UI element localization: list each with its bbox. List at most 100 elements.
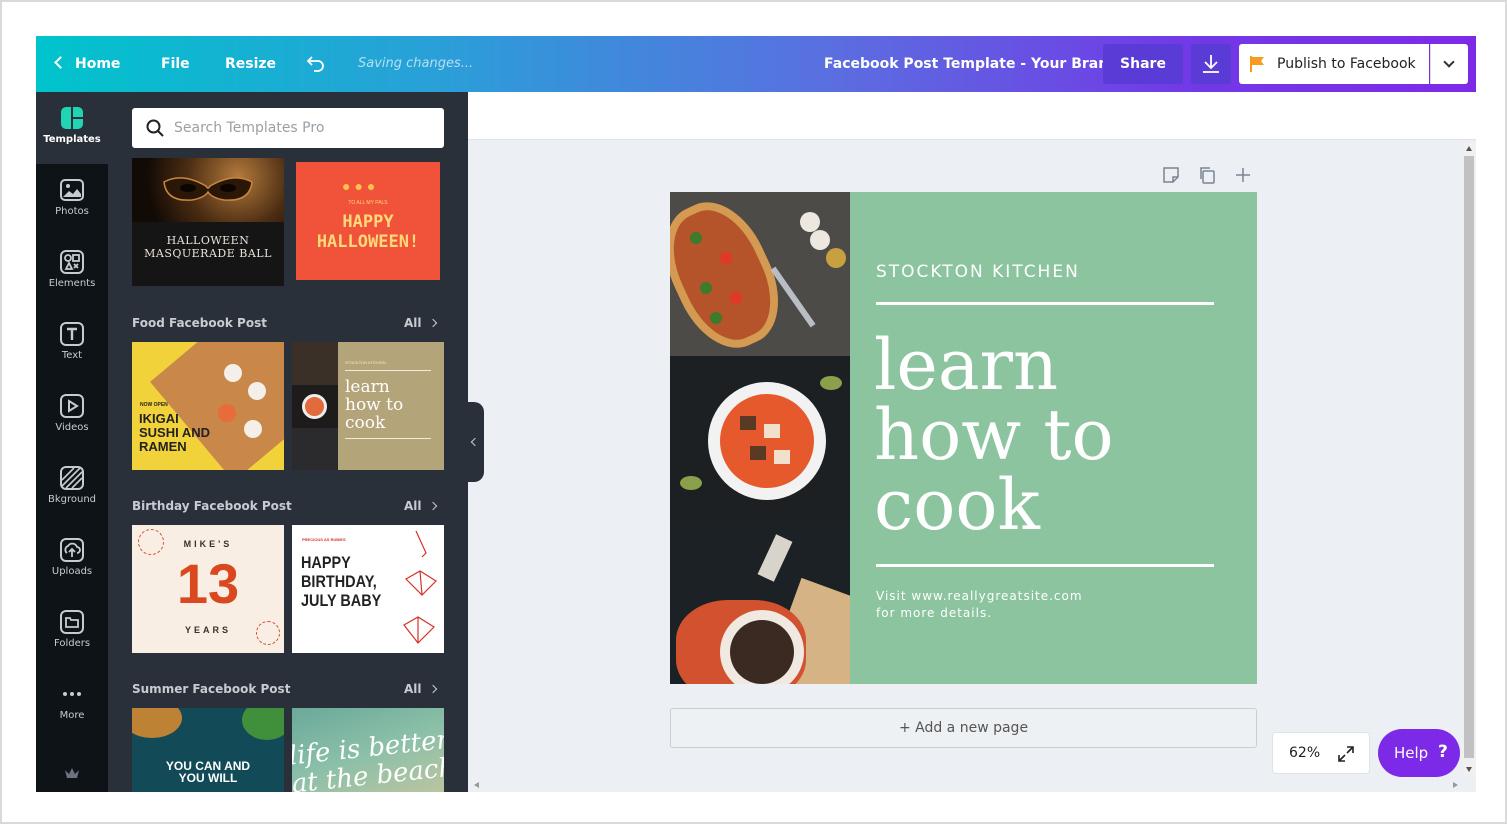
editor-toolbar-strip [468,92,1476,140]
soup-photo[interactable] [670,356,850,520]
scroll-down-icon[interactable] [1466,767,1472,772]
search-input[interactable] [174,108,434,148]
design-canvas[interactable]: STOCKTON KITCHEN learn how to cook Visit… [670,192,1257,684]
file-menu[interactable]: File [161,36,190,92]
chevron-left-icon [470,437,480,447]
resize-button[interactable]: Resize [225,36,276,92]
help-label: Help [1394,744,1429,762]
thumb-text: MASQUERADE BALL [144,247,272,260]
publish-button[interactable]: Publish to Facebook [1239,44,1429,84]
skulls-icon: ●●● [342,178,380,194]
see-all-link[interactable]: All [404,682,437,696]
rail-item-folders[interactable]: Folders [36,596,108,668]
thumb-photo [292,428,338,470]
chevron-down-icon [1443,56,1455,68]
top-bar: Home File Resize Saving changes... Faceb… [36,36,1476,92]
undo-button[interactable] [306,36,328,92]
folders-icon [60,610,84,634]
thumb-text: cook [345,413,386,433]
see-all-label: All [404,316,422,330]
fullscreen-icon[interactable] [1337,745,1355,763]
template-thumb-sushi[interactable]: NOW OPEN IKIGAI SUSHI AND RAMEN [132,342,284,470]
thumb-text: PRECIOUS AS RUBIES [302,537,346,542]
template-thumb-you-can[interactable]: YOU CAN AND YOU WILL [132,708,284,792]
home-button[interactable]: Home [54,36,121,92]
home-label: Home [75,56,121,72]
collapse-panel-button[interactable] [468,402,484,482]
template-thumb-cook[interactable]: STOCKTON KITCHEN learn how to cook [292,342,444,470]
scroll-up-icon[interactable] [1466,146,1472,151]
rail-item-text[interactable]: Text [36,308,108,380]
share-button[interactable]: Share [1103,44,1183,84]
rail-label: Photos [55,206,89,217]
template-thumb-july[interactable]: PRECIOUS AS RUBIES HAPPY BIRTHDAY, JULY … [292,525,444,653]
headline-line: cook [874,464,1040,546]
thumb-text: how to [345,395,404,415]
design-brand-text[interactable]: STOCKTON KITCHEN [876,262,1080,282]
help-button[interactable]: Help ? [1378,729,1460,777]
zoom-control[interactable]: 62% [1272,732,1370,774]
duplicate-page-icon[interactable] [1198,166,1216,184]
publish-options-button[interactable] [1430,44,1468,84]
horizontal-scrollbar[interactable] [472,778,1462,792]
see-all-label: All [404,499,422,513]
rail-item-videos[interactable]: Videos [36,380,108,452]
document-title[interactable]: Facebook Post Template - Your Brand [824,36,1118,92]
add-page-icon[interactable] [1234,166,1252,184]
add-page-button[interactable]: + Add a new page [670,708,1257,748]
design-visit-text[interactable]: Visit www.reallygreatsite.com for more d… [876,588,1083,622]
scroll-right-icon[interactable] [1453,782,1458,788]
window-frame: Home File Resize Saving changes... Faceb… [0,0,1507,824]
rail-item-uploads[interactable]: Uploads [36,524,108,596]
rail-item-background[interactable]: Bkground [36,452,108,524]
download-icon [1203,55,1219,73]
note-icon[interactable] [1162,166,1180,184]
template-thumb-happy-halloween[interactable]: ●●● TO ALL MY PALS HAPPY HALLOWEEN! [296,162,440,280]
uploads-icon [60,538,84,562]
search-box[interactable] [132,108,444,148]
thumb-text: JULY BABY [301,591,382,610]
thumb-text: NOW OPEN [140,402,168,408]
pizza-photo[interactable] [670,192,850,356]
thumb-text: YOU WILL [178,771,238,785]
scroll-thumb[interactable] [1464,156,1474,758]
rail-label: Elements [48,278,96,289]
coffee-photo[interactable] [670,520,850,684]
scroll-left-icon[interactable] [474,782,479,788]
download-button[interactable] [1191,44,1231,84]
template-thumb-beach[interactable]: life is better at the beach [292,708,444,792]
flower-deco [132,708,182,738]
thumb-text: YEARS [184,625,231,635]
thumb-text: HAPPY [301,553,351,572]
rail-item-templates[interactable]: Templates [36,92,108,164]
zoom-value[interactable]: 62% [1289,745,1320,761]
see-all-link[interactable]: All [404,499,437,513]
thumb-photo [292,342,338,385]
section-title: Food Facebook Post [132,316,267,330]
rail-label: More [59,710,85,721]
more-icon [63,692,81,696]
undo-icon [306,56,324,72]
rail-item-elements[interactable]: Elements [36,236,108,308]
thumb-text: 13 [176,552,240,615]
design-headline[interactable]: learn how to cook [874,330,1114,540]
flag-icon [1250,56,1264,72]
template-thumb-halloween-ball[interactable]: HALLOWEEN MASQUERADE BALL [132,158,284,286]
rail-item-photos[interactable]: Photos [36,164,108,236]
thumb-text: HALLOWEEN [166,234,250,247]
rail-label: Folders [53,638,91,649]
vertical-scrollbar[interactable] [1462,142,1476,776]
elements-icon [60,250,84,274]
thumb-text: BIRTHDAY, [301,572,377,591]
crown-icon[interactable] [64,766,80,780]
background-icon [60,466,84,490]
see-all-link[interactable]: All [404,316,437,330]
rail-item-more[interactable]: More [36,668,108,740]
template-thumb-mikes[interactable]: MIKE'S 13 YEARS [132,525,284,653]
rail-label: Templates [43,134,101,145]
thumb-photo [292,385,338,428]
mask-shape [163,177,253,201]
thumb-text: STOCKTON KITCHEN [345,360,386,365]
design-rule-bottom [876,564,1214,567]
text-icon [60,322,84,346]
